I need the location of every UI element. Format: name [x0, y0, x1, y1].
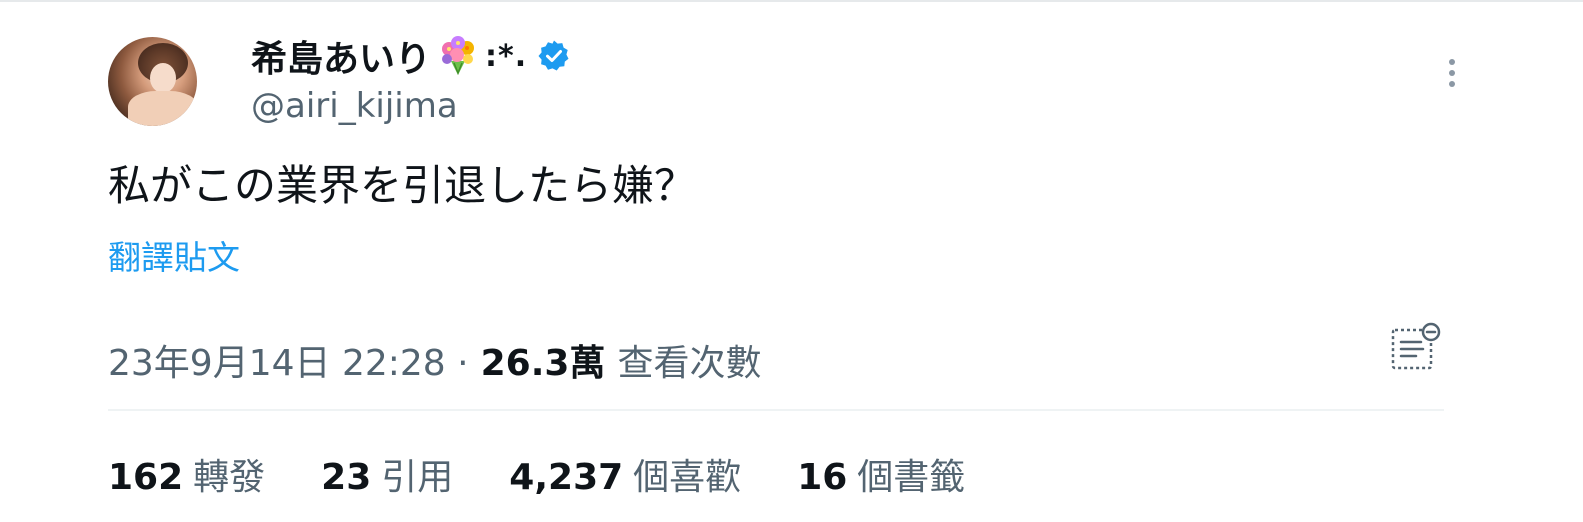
tweet-meta: 23年9月14日 22:28 · 26.3萬 查看次數: [108, 334, 761, 386]
tweet-timestamp[interactable]: 23年9月14日 22:28 ·: [108, 334, 469, 386]
bookmarks-label: 個書籤: [857, 457, 966, 498]
quotes-label: 引用: [381, 457, 454, 498]
avatar-face-shape: [150, 63, 176, 93]
author-display-name: 希島あいり: [251, 39, 432, 80]
bookmarks-count: 16: [797, 457, 848, 498]
bouquet-icon: [442, 36, 475, 76]
views-count: 26.3萬: [480, 343, 606, 384]
views-label: 查看次數: [617, 343, 762, 384]
likes-count: 4,237: [509, 457, 624, 498]
retweets-stat[interactable]: 162 轉發: [108, 448, 265, 500]
stats-divider: [108, 409, 1444, 411]
author-handle[interactable]: @airi_kijima: [251, 86, 458, 126]
engagement-stats: 162 轉發 23 引用 4,237 個喜歡 16 個書籤: [108, 448, 965, 500]
retweets-count: 162: [108, 457, 184, 498]
translate-post-link[interactable]: 翻譯貼文: [108, 231, 240, 279]
likes-stat[interactable]: 4,237 個喜歡: [509, 448, 741, 500]
author-name-suffix: :*.: [485, 38, 528, 74]
more-options-icon[interactable]: [1437, 56, 1467, 90]
quotes-count: 23: [321, 457, 372, 498]
top-divider: [0, 0, 1583, 2]
bookmarks-stat[interactable]: 16 個書籤: [797, 448, 965, 500]
likes-label: 個喜歡: [633, 457, 742, 498]
avatar[interactable]: [108, 37, 197, 126]
quotes-stat[interactable]: 23 引用: [321, 448, 453, 500]
author-name-row[interactable]: 希島あいり :*.: [251, 30, 571, 82]
retweets-label: 轉發: [193, 457, 266, 498]
avatar-shoulder-shape: [128, 91, 197, 126]
analytics-icon[interactable]: [1388, 320, 1444, 374]
tweet-text: 私がこの業界を引退したら嫌？: [108, 161, 697, 210]
verified-badge-icon: [538, 40, 569, 71]
